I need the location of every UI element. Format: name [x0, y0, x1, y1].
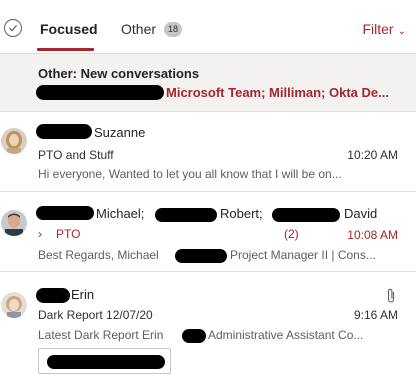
message-sender: David — [344, 206, 378, 221]
chevron-down-icon: ⌄ — [397, 26, 406, 37]
inbox-header: Focused Other 18 Filter ⌄ — [0, 0, 416, 54]
message-item[interactable]: Erin Dark Report 12/07/20 9:16 AM Latest… — [0, 272, 416, 381]
message-sender: Suzanne — [94, 125, 146, 140]
thread-count: (2) — [284, 227, 299, 241]
filter-label: Filter — [362, 21, 394, 37]
message-sender: Erin — [71, 287, 95, 302]
tab-other[interactable]: Other — [121, 21, 156, 37]
message-item[interactable]: Michael; Robert; David › PTO (2) 10:08 A… — [0, 192, 416, 272]
attachment-icon — [387, 288, 395, 303]
other-conversations-banner[interactable]: Other: New conversations Microsoft Team;… — [0, 54, 416, 112]
redacted-sender — [36, 85, 164, 100]
message-time: 10:20 AM — [347, 148, 398, 162]
message-sender: Michael; — [96, 206, 145, 221]
avatar — [1, 128, 27, 154]
banner-senders: Microsoft Team; Milliman; Okta De... — [166, 85, 389, 100]
message-subject: PTO — [56, 227, 81, 241]
tab-focused[interactable]: Focused — [40, 21, 98, 37]
banner-title: Other: New conversations — [38, 66, 200, 81]
check-icon — [9, 25, 18, 32]
message-preview: Administrative Assistant Co... — [208, 328, 364, 342]
message-preview: Hi everyone, Wanted to let you all know … — [38, 167, 342, 181]
avatar — [1, 292, 27, 318]
active-tab-indicator — [37, 48, 94, 51]
redacted-sender — [36, 288, 70, 303]
redacted-text — [182, 329, 206, 343]
message-subject: Dark Report 12/07/20 — [38, 308, 153, 322]
message-item[interactable]: Suzanne PTO and Stuff 10:20 AM Hi everyo… — [0, 112, 416, 192]
redacted-sender — [155, 208, 217, 222]
message-subject: PTO and Stuff — [38, 148, 114, 162]
filter-button[interactable]: Filter ⌄ — [362, 21, 406, 40]
redacted-text — [175, 249, 227, 263]
message-preview: Project Manager II | Cons... — [230, 248, 376, 262]
message-preview: Latest Dark Report Erin — [38, 328, 164, 342]
message-sender: Robert; — [220, 206, 263, 221]
redacted-sender — [36, 124, 92, 139]
message-time: 9:16 AM — [353, 308, 398, 322]
other-count-badge: 18 — [164, 22, 183, 37]
redacted-sender — [36, 206, 94, 220]
select-all-checkbox[interactable] — [4, 19, 22, 37]
avatar — [1, 210, 27, 236]
redacted-sender — [272, 208, 340, 222]
message-time: 10:08 AM — [347, 228, 398, 242]
attachment-card[interactable] — [38, 348, 171, 374]
message-preview: Best Regards, Michael — [38, 248, 159, 262]
redacted-attachment-name — [47, 355, 165, 369]
thread-expand-icon[interactable]: › — [38, 227, 42, 241]
